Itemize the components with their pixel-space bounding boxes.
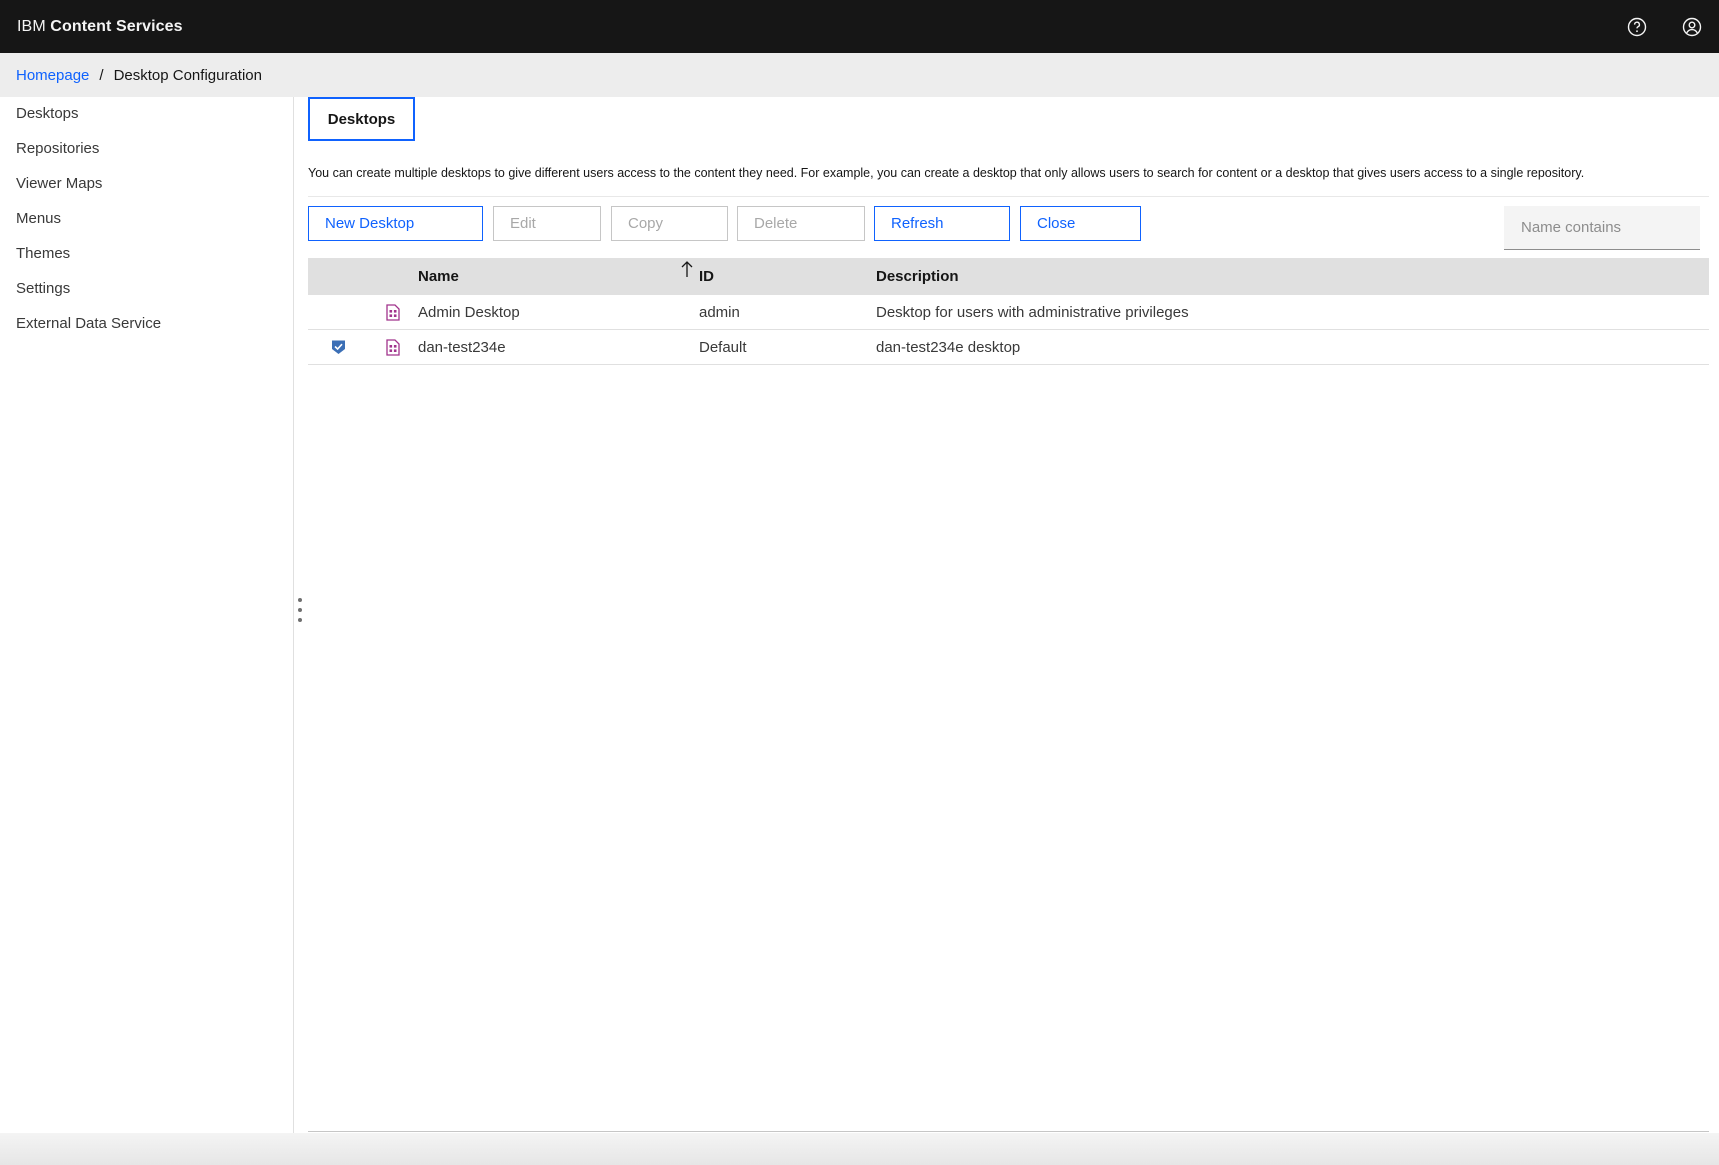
brand-prefix: IBM bbox=[17, 17, 46, 35]
desktop-icon bbox=[368, 338, 413, 356]
sidebar-item-settings[interactable]: Settings bbox=[0, 272, 293, 307]
sidebar-item-themes[interactable]: Themes bbox=[0, 237, 293, 272]
name-filter-input[interactable] bbox=[1504, 206, 1700, 250]
breadcrumb-homepage-link[interactable]: Homepage bbox=[16, 67, 89, 84]
column-header-description[interactable]: Description bbox=[871, 268, 1709, 285]
sidebar-item-external-data-service[interactable]: External Data Service bbox=[0, 307, 293, 342]
row-id: admin bbox=[699, 303, 740, 321]
table-row[interactable]: dan-test234e Default dan-test234e deskto… bbox=[308, 330, 1709, 365]
sidebar: Desktops Repositories Viewer Maps Menus … bbox=[0, 97, 294, 1133]
page-description: You can create multiple desktops to give… bbox=[308, 166, 1585, 180]
column-header-name[interactable]: Name bbox=[413, 261, 694, 285]
default-desktop-badge-icon bbox=[308, 339, 368, 355]
breadcrumb: Homepage / Desktop Configuration bbox=[0, 53, 1719, 97]
table-row[interactable]: Admin Desktop admin Desktop for users wi… bbox=[308, 295, 1709, 330]
column-header-name-label: Name bbox=[418, 268, 459, 285]
app-header: IBM Content Services bbox=[0, 0, 1719, 53]
sidebar-item-repositories[interactable]: Repositories bbox=[0, 132, 293, 167]
main-content: Desktops You can create multiple desktop… bbox=[308, 97, 1709, 1133]
sidebar-item-viewer-maps[interactable]: Viewer Maps bbox=[0, 167, 293, 202]
copy-button[interactable]: Copy bbox=[611, 206, 728, 241]
edit-button[interactable]: Edit bbox=[493, 206, 601, 241]
breadcrumb-separator: / bbox=[99, 66, 104, 84]
sidebar-item-menus[interactable]: Menus bbox=[0, 202, 293, 237]
sidebar-resize-handle[interactable] bbox=[297, 598, 303, 622]
app-brand: IBM Content Services bbox=[17, 18, 183, 36]
sidebar-item-desktops[interactable]: Desktops bbox=[0, 97, 293, 132]
row-description: Desktop for users with administrative pr… bbox=[876, 303, 1189, 321]
delete-button[interactable]: Delete bbox=[737, 206, 865, 241]
desktops-table: Name ID Description Admin Desktop admin … bbox=[308, 258, 1709, 365]
close-button[interactable]: Close bbox=[1020, 206, 1141, 241]
brand-name: Content Services bbox=[50, 17, 183, 35]
row-description: dan-test234e desktop bbox=[876, 338, 1021, 356]
tab-desktops[interactable]: Desktops bbox=[308, 97, 415, 141]
desktop-icon bbox=[368, 303, 413, 321]
new-desktop-button[interactable]: New Desktop bbox=[308, 206, 483, 241]
sort-ascending-icon[interactable] bbox=[680, 260, 694, 282]
row-name: dan-test234e bbox=[418, 338, 506, 356]
refresh-button[interactable]: Refresh bbox=[874, 206, 1010, 241]
status-bar bbox=[0, 1133, 1719, 1165]
column-header-id[interactable]: ID bbox=[694, 268, 871, 285]
user-avatar-icon[interactable] bbox=[1664, 0, 1719, 53]
row-id: Default bbox=[699, 338, 747, 356]
header-actions bbox=[1609, 0, 1719, 53]
divider bbox=[308, 196, 1709, 197]
content-bottom-divider bbox=[308, 1131, 1709, 1132]
table-header: Name ID Description bbox=[308, 258, 1709, 295]
breadcrumb-current: Desktop Configuration bbox=[113, 66, 262, 84]
row-name: Admin Desktop bbox=[418, 303, 520, 321]
help-icon[interactable] bbox=[1609, 0, 1664, 53]
